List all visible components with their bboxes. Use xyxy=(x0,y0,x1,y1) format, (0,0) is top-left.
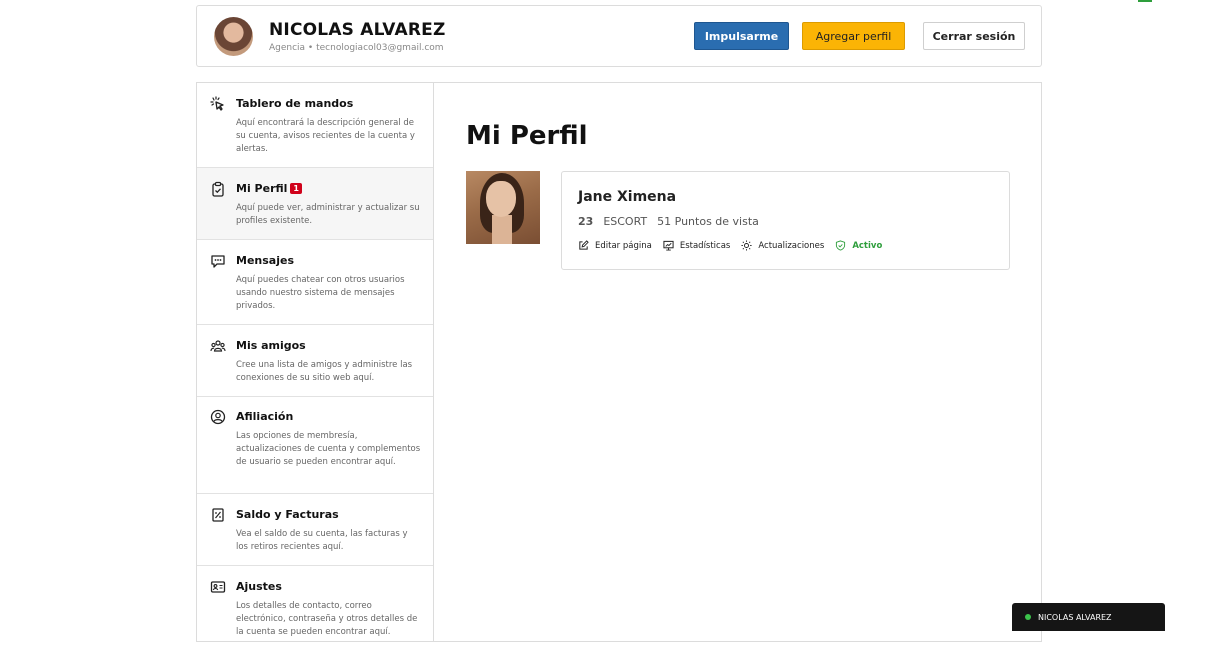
user-circle-icon xyxy=(210,409,226,425)
profile-category: ESCORT xyxy=(603,215,648,228)
status-badge: Activo xyxy=(835,240,882,251)
updates-label: Actualizaciones xyxy=(758,240,825,251)
logout-button[interactable]: Cerrar sesión xyxy=(923,22,1025,50)
edit-icon xyxy=(579,240,589,250)
sidebar-item-label: Mis amigos xyxy=(236,339,306,352)
edit-page-link[interactable]: Editar página xyxy=(578,240,652,251)
user-subtitle: Agencia • tecnologiacol03@gmail.com xyxy=(269,43,444,53)
profile-name[interactable]: Jane Ximena xyxy=(578,189,676,205)
shield-check-icon xyxy=(836,240,846,251)
add-profile-button[interactable]: Agregar perfil xyxy=(802,22,905,50)
sidebar-item-settings[interactable]: Ajustes Los detalles de contacto, correo… xyxy=(197,566,433,656)
clipboard-check-icon xyxy=(212,181,224,197)
sidebar-item-friends[interactable]: Mis amigos Cree una lista de amigos y ad… xyxy=(197,325,433,397)
boost-button[interactable]: Impulsarme xyxy=(694,22,789,50)
id-card-icon xyxy=(210,581,226,593)
sidebar-item-label: Saldo y Facturas xyxy=(236,508,339,521)
page-title: Mi Perfil xyxy=(466,121,588,151)
profile-age: 23 xyxy=(578,215,594,228)
profile-actions: Editar página Estadísticas Actualizacion… xyxy=(578,240,893,251)
sidebar-item-label: Ajustes xyxy=(236,580,282,593)
sidebar-item-desc: Los detalles de contacto, correo electró… xyxy=(236,601,418,637)
sidebar-item-desc: Aquí puede ver, administrar y actualizar… xyxy=(236,203,420,226)
notification-badge: 1 xyxy=(290,183,302,194)
profile-photo[interactable] xyxy=(466,171,540,244)
profile-meta: 23 ESCORT 51 Puntos de vista xyxy=(578,215,759,228)
sidebar-item-dashboard[interactable]: Tablero de mandos Aquí encontrará la des… xyxy=(197,83,433,168)
statistics-label: Estadísticas xyxy=(679,240,731,251)
sidebar-item-label: Mi Perfil 1 xyxy=(236,182,302,195)
profile-views: 51 Puntos de vista xyxy=(657,215,759,228)
sidebar-item-label: Mensajes xyxy=(236,254,294,267)
sidebar-item-desc: Aquí puedes chatear con otros usuarios u… xyxy=(236,275,405,311)
sidebar-item-profile[interactable]: Mi Perfil 1 Aquí puede ver, administrar y… xyxy=(197,168,433,240)
sidebar-item-billing[interactable]: Saldo y Facturas Vea el saldo de su cuen… xyxy=(197,494,433,566)
chat-icon xyxy=(211,255,225,268)
chat-bar[interactable]: NICOLAS ALVAREZ xyxy=(1012,603,1165,631)
account-header: NICOLAS ALVAREZ Agencia • tecnologiacol0… xyxy=(196,5,1042,67)
statistics-link[interactable]: Estadísticas xyxy=(663,240,731,251)
updates-link[interactable]: Actualizaciones xyxy=(741,240,824,251)
receipt-icon xyxy=(212,508,224,522)
avatar[interactable] xyxy=(214,17,253,56)
bulb-icon xyxy=(741,240,752,251)
profile-photo-face xyxy=(486,181,516,217)
main-content: Mi Perfil Jane Ximena 23 ESCORT 51 Puntos … xyxy=(434,83,1041,641)
dashboard-container: Tablero de mandos Aquí encontrará la des… xyxy=(196,82,1042,642)
friends-icon xyxy=(210,340,226,352)
sidebar-item-label: Tablero de mandos xyxy=(236,97,354,110)
profile-card: Jane Ximena 23 ESCORT 51 Puntos de vista E… xyxy=(561,171,1010,270)
profile-photo-neck xyxy=(492,215,512,244)
sidebar-item-desc: Vea el saldo de su cuenta, las facturas … xyxy=(236,529,408,552)
sidebar-item-desc: Las opciones de membresía, actualizacion… xyxy=(236,431,421,467)
chat-user-name: NICOLAS ALVAREZ xyxy=(1038,612,1112,622)
pointer-click-icon xyxy=(210,96,224,111)
edit-page-label: Editar página xyxy=(595,240,652,251)
presentation-chart-icon xyxy=(663,240,674,251)
user-name: NICOLAS ALVAREZ xyxy=(269,20,446,40)
sidebar-item-desc: Cree una lista de amigos y administre la… xyxy=(236,360,413,383)
sidebar-item-label: Afiliación xyxy=(236,410,294,423)
status-label: Activo xyxy=(852,240,883,251)
sidebar-item-desc: Aquí encontrará la descripción general d… xyxy=(236,118,415,154)
top-accent-line xyxy=(1138,0,1152,2)
sidebar-item-membership[interactable]: Afiliación Las opciones de membresía, ac… xyxy=(197,397,433,494)
sidebar-item-title: Mi Perfil xyxy=(236,182,288,195)
online-status-icon xyxy=(1025,614,1031,620)
sidebar: Tablero de mandos Aquí encontrará la des… xyxy=(197,83,434,641)
sidebar-item-messages[interactable]: Mensajes Aquí puedes chatear con otros u… xyxy=(197,240,433,325)
